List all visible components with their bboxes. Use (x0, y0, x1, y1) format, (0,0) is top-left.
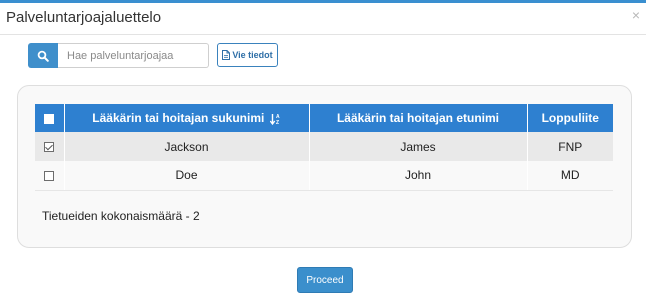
cell-first-name: John (309, 161, 528, 191)
total-records-label: Tietueiden kokonaismäärä - 2 (42, 209, 200, 223)
column-header-suffix[interactable]: Loppuliite (527, 104, 613, 132)
row-checkbox[interactable] (44, 171, 55, 182)
column-header-label: Lääkärin tai hoitajan sukunimi (92, 111, 265, 125)
export-button[interactable]: Vie tiedot (217, 43, 278, 67)
export-label: Vie tiedot (232, 50, 273, 60)
select-all-checkbox[interactable] (44, 113, 55, 124)
table-header-row: Lääkärin tai hoitajan sukunimi A Z Lääkä… (35, 104, 613, 132)
file-icon (222, 50, 231, 60)
search-icon (37, 50, 49, 62)
search-input[interactable] (58, 43, 209, 68)
table-row[interactable]: Jackson James FNP (35, 132, 613, 161)
provider-table: Lääkärin tai hoitajan sukunimi A Z Lääkä… (35, 104, 613, 191)
cell-suffix: FNP (527, 132, 613, 161)
row-select-cell (35, 132, 65, 161)
column-header-first-name[interactable]: Lääkärin tai hoitajan etunimi (309, 104, 528, 132)
cell-last-name: Doe (64, 161, 310, 191)
modal-header: Palveluntarjoajaluettelo × (0, 3, 646, 35)
cell-suffix: MD (527, 161, 613, 191)
modal-title: Palveluntarjoajaluettelo (6, 9, 162, 26)
table-row[interactable]: Doe John MD (35, 161, 613, 191)
sort-alpha-icon[interactable]: A Z (269, 113, 281, 125)
row-select-cell (35, 161, 65, 191)
cell-first-name: James (309, 132, 528, 161)
close-icon[interactable]: × (632, 6, 640, 24)
cell-last-name: Jackson (64, 132, 310, 161)
column-header-last-name[interactable]: Lääkärin tai hoitajan sukunimi A Z (64, 104, 310, 132)
search-button[interactable] (28, 43, 58, 68)
select-all-header (35, 104, 65, 132)
svg-text:Z: Z (276, 120, 279, 125)
proceed-button[interactable]: Proceed (297, 267, 353, 293)
row-checkbox[interactable] (44, 142, 55, 153)
